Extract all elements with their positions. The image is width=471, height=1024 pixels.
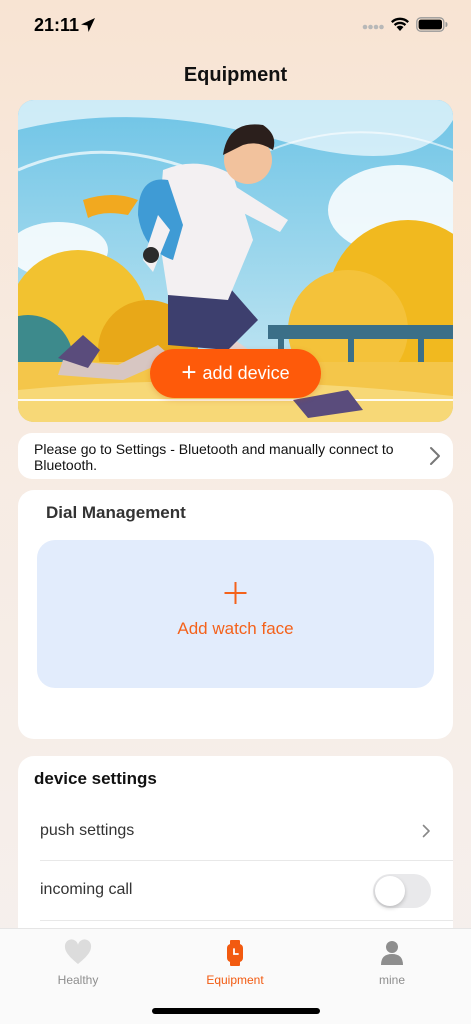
tab-mine[interactable]: mine [332,939,452,987]
status-time: 21:11 [34,15,80,35]
location-arrow-icon [81,18,95,32]
plus-icon: + [181,357,197,387]
page-title: Equipment [183,64,288,86]
device-settings-card: device settings push settings incoming c… [18,756,453,956]
tab-mine-label: mine [378,973,405,987]
person-icon [381,941,403,965]
cellular-signal-icon [362,24,384,30]
dial-management-title: Dial Management [46,503,186,522]
chevron-right-icon [422,824,430,838]
bluetooth-notice-text: Please go to Settings - Bluetooth and ma… [34,441,394,473]
tab-equipment[interactable]: Equipment [175,939,295,987]
incoming-call-toggle[interactable] [373,874,431,908]
row-divider [40,920,453,921]
chevron-right-icon [430,447,440,465]
device-settings-title: device settings [34,769,157,788]
push-settings-label: push settings [40,822,135,839]
add-device-button[interactable]: + add device [150,349,321,398]
home-indicator [152,1008,320,1014]
tab-healthy[interactable]: Healthy [18,939,138,987]
incoming-call-label: incoming call [40,881,133,898]
watch-icon [227,940,243,966]
battery-icon [416,17,448,32]
plus-icon [224,582,247,604]
wifi-icon [391,17,409,31]
add-device-label: add device [202,363,290,383]
tab-equipment-label: Equipment [206,973,264,987]
push-settings-row[interactable]: push settings [40,802,453,862]
toggle-knob [375,876,405,906]
add-watch-face-label: Add watch face [177,619,294,638]
dial-management-card: Dial Management Add watch face [18,490,453,739]
bluetooth-notice[interactable]: Please go to Settings - Bluetooth and ma… [18,433,453,479]
status-bar: 21:11 [0,0,471,50]
tab-healthy-label: Healthy [57,973,99,987]
heart-icon [64,939,92,964]
add-watch-face-button[interactable]: Add watch face [37,540,434,688]
